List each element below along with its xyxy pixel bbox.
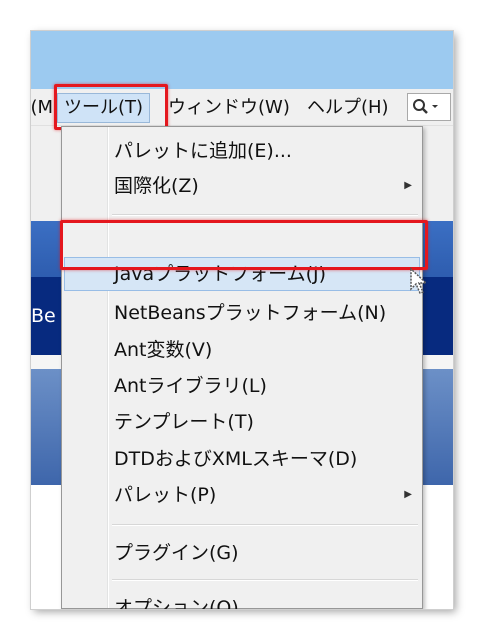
menu-separator	[112, 214, 418, 216]
menu-item-palette[interactable]: パレット(P) ▶	[64, 478, 420, 512]
menu-separator	[112, 524, 418, 526]
title-bar	[31, 31, 453, 89]
tools-menu-highlight	[54, 84, 168, 130]
menu-item-templates[interactable]: テンプレート(T)	[64, 405, 420, 439]
quick-search[interactable]	[407, 93, 451, 121]
submenu-arrow-icon: ▶	[404, 489, 412, 500]
menu-item-options[interactable]: オプション(O)	[64, 591, 420, 609]
menu-item-plugins[interactable]: プラグイン(G)	[64, 536, 420, 570]
search-icon	[413, 99, 438, 114]
tools-dropdown: パレットに追加(E)... 国際化(Z) ▶ Javaプラットフォーム(J) N…	[61, 126, 423, 609]
menu-item-ant-libraries[interactable]: Antライブラリ(L)	[64, 369, 420, 403]
menu-source[interactable]: M)	[31, 96, 53, 120]
menu-window[interactable]: ウィンドウ(W)	[168, 96, 290, 120]
menu-item-add-to-palette[interactable]: パレットに追加(E)...	[64, 134, 420, 168]
java-platform-highlight	[60, 220, 428, 270]
menu-item-dtd-xml-schema[interactable]: DTDおよびXMLスキーマ(D)	[64, 442, 420, 476]
window: Be M) ツール(T) ウィンドウ(W) ヘルプ(H) パレットに追加(E).…	[31, 31, 453, 609]
menu-item-netbeans-platform[interactable]: NetBeansプラットフォーム(N)	[64, 296, 420, 330]
menu-separator	[112, 579, 418, 581]
menu-help[interactable]: ヘルプ(H)	[307, 96, 389, 120]
mouse-cursor-icon	[410, 267, 428, 294]
page-header-text: Be	[31, 305, 56, 327]
submenu-arrow-icon: ▶	[404, 180, 412, 191]
menu-item-internationalization[interactable]: 国際化(Z) ▶	[64, 169, 420, 203]
menu-item-ant-variables[interactable]: Ant変数(V)	[64, 333, 420, 367]
